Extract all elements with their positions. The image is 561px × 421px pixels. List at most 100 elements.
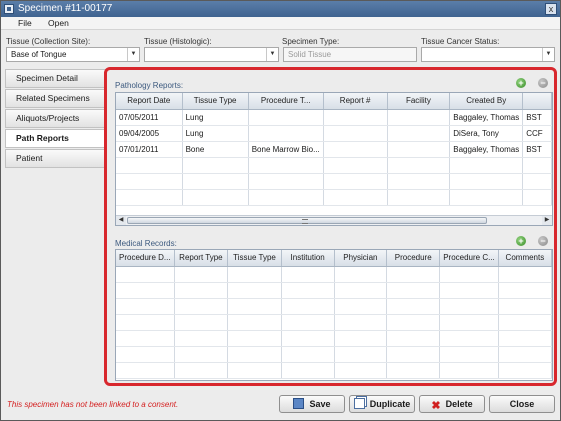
menu-file[interactable]: File [18,18,32,28]
tissue-cancer-status-label: Tissue Cancer Status: [421,37,500,46]
column-header-report-type[interactable]: Report Type [174,250,229,267]
table-row[interactable]: 07/01/2011 Bone Bone Marrow Bio... Bagga… [116,141,552,158]
sidebar-item-aliquots-projects[interactable]: Aliquots/Projects [5,109,107,128]
table-cell: BST [522,109,552,126]
pathology-reports-grid: Report Date Tissue Type Procedure T... R… [115,92,553,226]
table-cell: Bone [182,141,249,158]
table-row[interactable]: 07/05/2011 Lung Baggaley, Thomas BST [116,109,552,126]
column-header-created-by[interactable]: Created By [449,93,524,110]
empty-row [116,314,552,331]
empty-row [116,266,552,283]
column-header-facility[interactable]: Facility [387,93,451,110]
add-icon[interactable]: + [516,78,526,88]
table-cell: Lung [182,109,249,126]
table-row[interactable]: 09/04/2005 Lung DiSera, Tony CCF [116,125,552,142]
column-header-tissue-type[interactable]: Tissue Type [227,250,282,267]
table-cell [323,141,388,158]
table-cell: 07/05/2011 [116,109,183,126]
column-header-report-number[interactable]: Report # [323,93,388,110]
save-icon [293,398,305,409]
table-cell [387,125,451,142]
column-header-extra[interactable] [522,93,552,110]
specimen-window: Specimen #11-00177 x File Open Tissue (C… [0,0,561,421]
table-cell [248,109,324,126]
sidebar-item-patient[interactable]: Patient [5,149,107,168]
empty-row [116,282,552,299]
table-cell [323,125,388,142]
column-header-procedure-type[interactable]: Procedure T... [248,93,324,110]
sidebar-item-related-specimens[interactable]: Related Specimens [5,89,107,108]
medical-records-label: Medical Records: [115,239,177,248]
chevron-down-icon[interactable]: ▼ [542,48,554,61]
empty-row [116,346,552,363]
table-cell: 07/01/2011 [116,141,183,158]
tissue-collection-site-value: Base of Tongue [11,50,67,59]
delete-button-label: Delete [445,399,473,409]
pathology-reports-label: Pathology Reports: [115,81,184,90]
sidebar-item-path-reports[interactable]: Path Reports [5,129,107,148]
table-cell: 09/04/2005 [116,125,183,142]
chevron-down-icon[interactable]: ▼ [127,48,139,61]
table-cell: CCF [522,125,552,142]
duplicate-icon [353,398,365,409]
sidebar-item-label: Aliquots/Projects [16,113,80,123]
empty-row [116,330,552,347]
column-header-procedure-date[interactable]: Procedure D... [116,250,175,267]
tissue-histologic-select[interactable]: ▼ [144,47,279,62]
tissue-cancer-status-select[interactable]: ▼ [421,47,555,62]
table-cell: Lung [182,125,249,142]
window-close-button[interactable]: x [545,3,557,15]
sidebar-item-label: Related Specimens [16,93,90,103]
column-header-procedure-code[interactable]: Procedure C... [439,250,499,267]
table-cell [323,109,388,126]
table-cell [387,109,451,126]
column-header-physician[interactable]: Physician [334,250,388,267]
sidebar-item-specimen-detail[interactable]: Specimen Detail [5,69,107,88]
remove-icon[interactable]: − [538,236,548,246]
empty-row [116,173,552,190]
title-bar: Specimen #11-00177 x [1,1,560,17]
table-cell: Baggaley, Thomas [449,109,524,126]
sidebar-item-label: Path Reports [16,133,69,143]
app-icon [4,4,14,14]
duplicate-button[interactable]: Duplicate [349,395,415,413]
tissue-collection-site-label: Tissue (Collection Site): [6,37,91,46]
menu-open[interactable]: Open [48,18,69,28]
duplicate-button-label: Duplicate [369,399,411,409]
tissue-histologic-label: Tissue (Histologic): [144,37,212,46]
remove-icon[interactable]: − [538,78,548,88]
table-header-row: Report Date Tissue Type Procedure T... R… [116,93,552,110]
empty-row [116,298,552,315]
menu-bar: File Open [1,17,560,30]
save-button[interactable]: Save [279,395,345,413]
column-header-report-date[interactable]: Report Date [116,93,183,110]
delete-button[interactable]: ✖ Delete [419,395,485,413]
delete-icon: ✖ [431,400,441,412]
table-cell: Bone Marrow Bio... [248,141,324,158]
scrollbar-thumb[interactable] [127,217,487,224]
column-header-procedure[interactable]: Procedure [386,250,441,267]
window-title: Specimen #11-00177 [18,3,113,14]
column-header-tissue-type[interactable]: Tissue Type [182,93,249,110]
save-button-label: Save [309,399,331,409]
horizontal-scrollbar[interactable]: ◀ ▶ [116,215,552,225]
specimen-type-value: Solid Tissue [288,50,332,59]
sidebar-item-label: Specimen Detail [16,73,78,83]
table-cell: Baggaley, Thomas [449,141,524,158]
tissue-collection-site-select[interactable]: Base of Tongue ▼ [6,47,140,62]
medical-records-grid: Procedure D... Report Type Tissue Type I… [115,249,553,381]
scroll-right-icon[interactable]: ▶ [542,216,552,225]
add-icon[interactable]: + [516,236,526,246]
table-header-row: Procedure D... Report Type Tissue Type I… [116,250,552,267]
close-button[interactable]: Close [489,395,555,413]
table-cell: DiSera, Tony [449,125,524,142]
sidebar-item-label: Patient [16,153,43,163]
chevron-down-icon[interactable]: ▼ [266,48,278,61]
table-cell [387,141,451,158]
consent-warning: This specimen has not been linked to a c… [7,400,179,409]
close-button-label: Close [509,399,535,409]
scroll-left-icon[interactable]: ◀ [116,216,126,225]
specimen-type-select[interactable]: Solid Tissue [283,47,417,62]
column-header-institution[interactable]: Institution [281,250,335,267]
column-header-comments[interactable]: Comments [498,250,552,267]
